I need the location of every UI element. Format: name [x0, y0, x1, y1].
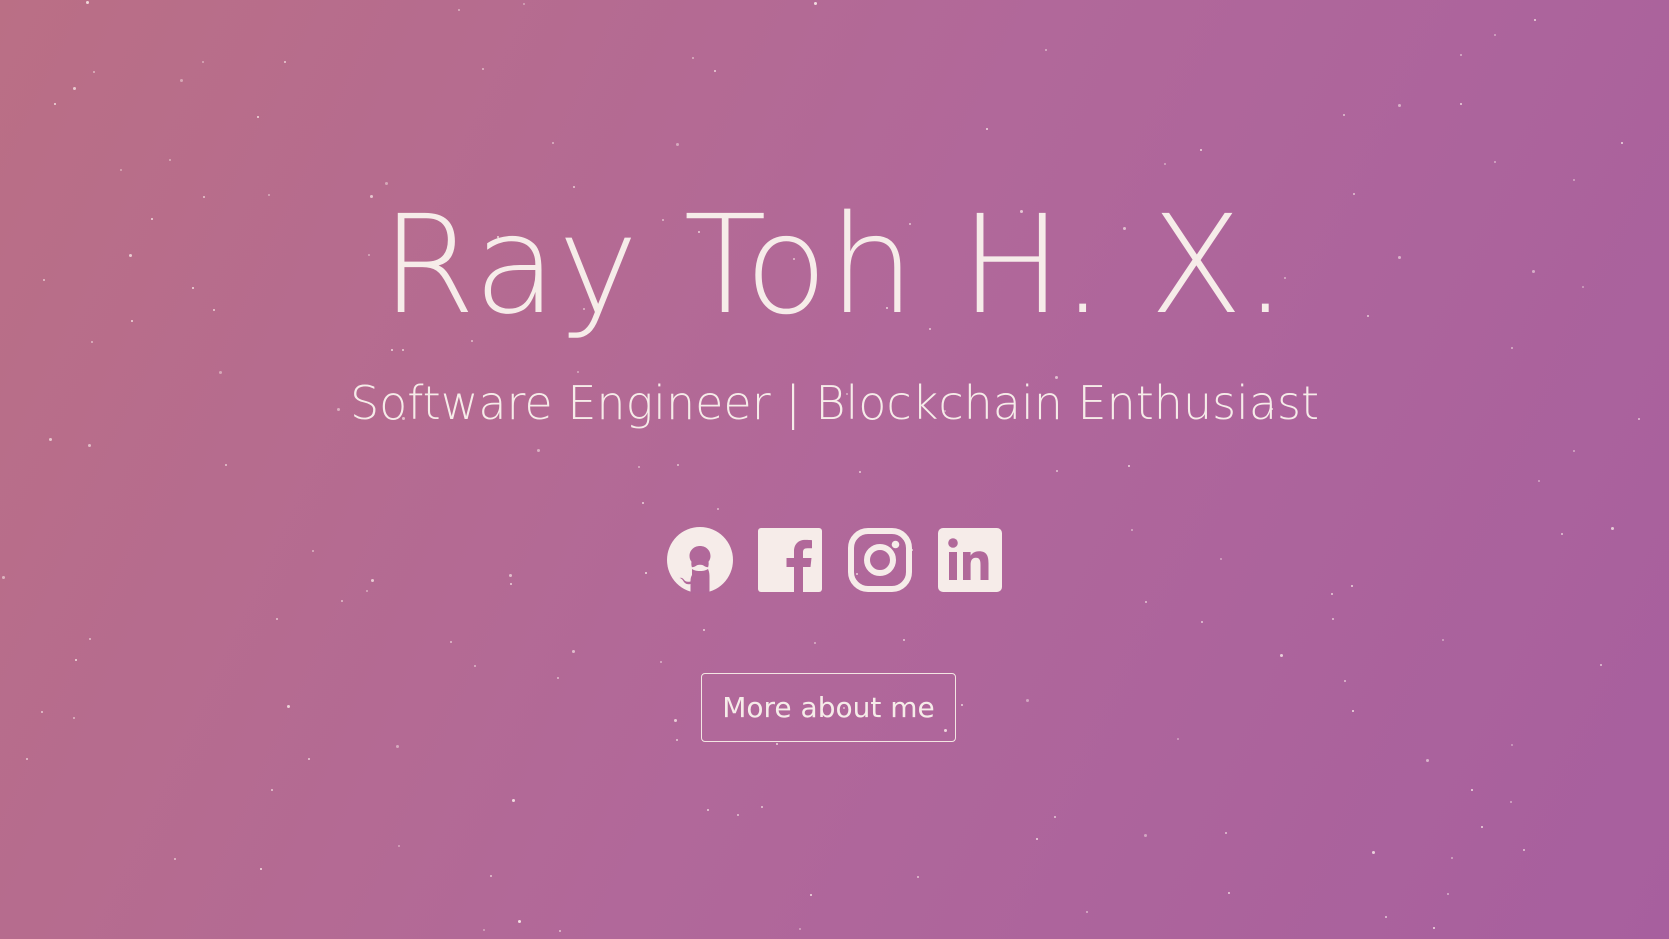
linkedin-icon	[937, 528, 1002, 592]
instagram-icon	[847, 528, 912, 592]
tagline: Software Engineer | Blockchain Enthusias…	[349, 376, 1320, 430]
social-links	[0, 526, 1669, 594]
more-about-me-button[interactable]: More about me	[701, 673, 956, 742]
linkedin-link[interactable]	[936, 526, 1004, 594]
github-link[interactable]	[666, 526, 734, 594]
facebook-link[interactable]	[756, 526, 824, 594]
github-icon	[666, 527, 733, 594]
page-title: Ray Toh H. X.	[381, 187, 1288, 345]
facebook-icon	[757, 528, 822, 592]
instagram-link[interactable]	[846, 526, 914, 594]
hero-section: Ray Toh H. X. Software Engineer | Blockc…	[0, 0, 1669, 939]
